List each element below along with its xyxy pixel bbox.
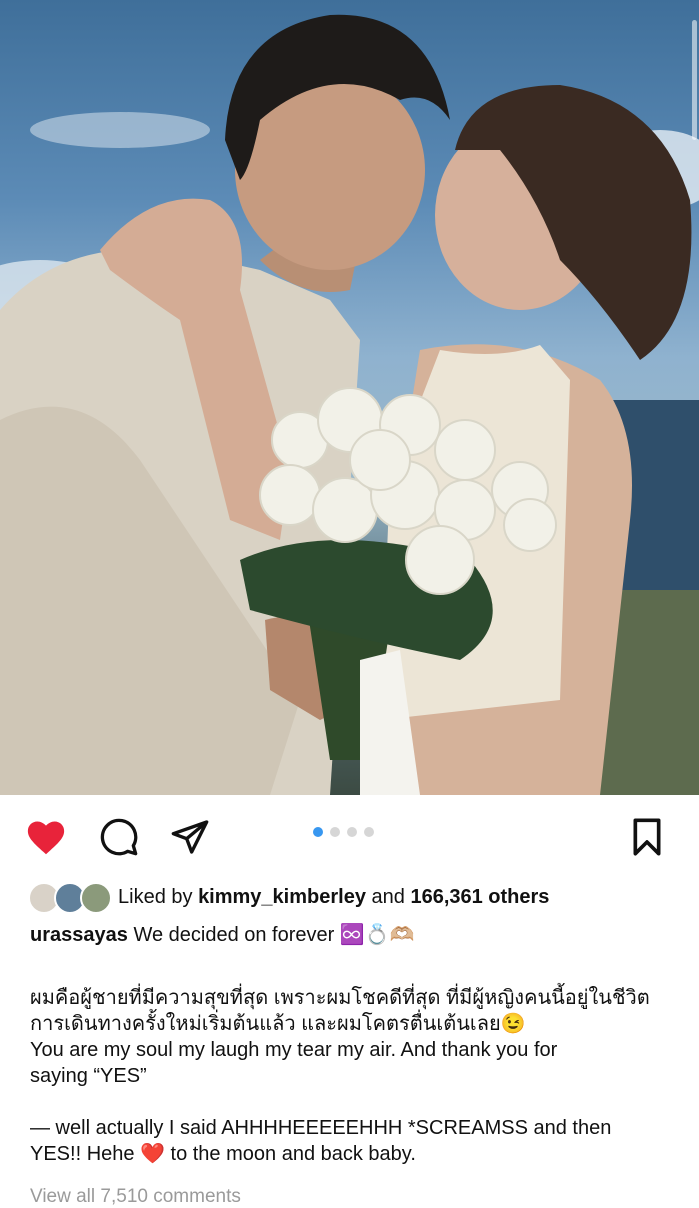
like-button[interactable] [24,815,68,859]
likes-prefix: Liked by [118,885,193,908]
carousel-dot-4[interactable] [364,827,374,837]
caption-quote-line-2: YES!! Hehe ❤️ to the moon and back baby. [30,1143,416,1165]
caption-body: ผมคือผู้ชายที่มีความสุขที่สุด เพราะผมโชค… [30,985,680,1167]
carousel-dot-2[interactable] [330,827,340,837]
likes-count-link[interactable]: 166,361 others [410,886,549,909]
caption-spacer [30,1089,680,1115]
likes-middle: and [371,885,405,908]
caption-text: We decided on forever [133,924,335,946]
carousel-dot-1[interactable] [313,827,323,837]
liker-avatars[interactable] [28,882,112,914]
view-all-comments-link[interactable]: View all 7,510 comments [30,1186,241,1208]
scrollbar[interactable] [692,20,697,140]
caption-thai-line-1: ผมคือผู้ชายที่มีความสุขที่สุด เพราะผมโชค… [30,987,650,1009]
carousel-indicator [313,827,374,837]
share-icon [171,820,209,854]
caption-english-line-1: You are my soul my laugh my tear my air.… [30,1039,558,1061]
avatar [80,882,112,914]
username-link[interactable]: urassayas [30,924,128,946]
caption-emoji: ♾️💍🫶🏼 [339,924,415,946]
liked-by-user-link[interactable]: kimmy_kimberley [198,886,366,909]
post-photo[interactable] [0,0,699,795]
caption-thai-line-2: การเดินทางครั้งใหม่เริ่มต้นแล้ว และผมโคต… [30,1013,526,1035]
action-bar [0,795,699,880]
comment-button[interactable] [97,815,141,859]
share-button[interactable] [168,815,212,859]
save-button[interactable] [625,815,669,859]
likes-summary[interactable]: Liked by kimmy_kimberley and 166,361 oth… [28,880,549,914]
carousel-dot-3[interactable] [347,827,357,837]
heart-icon [27,821,65,855]
bookmark-icon [633,818,661,856]
caption-title: urassayas We decided on forever ♾️💍🫶🏼 [30,922,415,948]
comment-icon [100,818,138,856]
caption-quote-line-1: — well actually I said AHHHHEEEEEHHH *SC… [30,1117,612,1139]
caption-english-line-2: saying “YES” [30,1065,147,1087]
couple-kissing-illustration [0,14,699,795]
